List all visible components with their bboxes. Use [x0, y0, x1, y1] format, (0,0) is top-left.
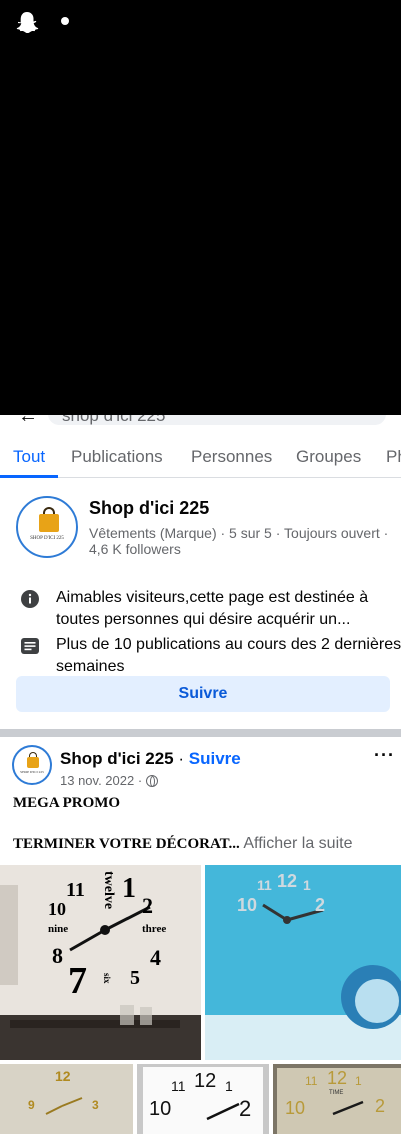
clock-label-1: 1 — [225, 1078, 233, 1094]
snapchat-overlay-bar — [0, 0, 401, 415]
page-details: Vêtements (Marque) · 5 sur 5 · Toujours … — [89, 525, 389, 557]
clock-label-7: 7 — [68, 960, 87, 1002]
post-follow-link[interactable]: Suivre — [189, 749, 241, 768]
post-date[interactable]: 13 nov. 2022 · — [60, 773, 146, 788]
clock-label-nine: nine — [48, 923, 69, 935]
header-separator: · — [173, 749, 189, 768]
search-input[interactable]: shop d'ici 225 — [62, 415, 165, 426]
post-card: SHOP D'ICI 225 Shop d'ici 225 · Suivre ·… — [0, 737, 401, 1134]
clock-label-2: 2 — [142, 893, 153, 918]
clock-label-8: 8 — [52, 943, 63, 968]
post-photo-4[interactable]: 11 12 1 10 2 — [137, 1064, 269, 1134]
clock-label-11: 11 — [305, 1074, 318, 1088]
clock-label-twelve: twelve — [101, 871, 116, 910]
clock-label-three: three — [142, 923, 167, 935]
clock-label-11: 11 — [66, 879, 85, 901]
post-photo-1[interactable]: twelve 11 1 2 10 nine three 8 4 7 six 5 — [0, 865, 201, 1060]
activity-text: Plus de 10 publications au cours des 2 d… — [56, 636, 401, 675]
public-globe-icon — [145, 775, 158, 787]
clock-label-4: 4 — [150, 945, 161, 970]
blue-room-background — [205, 865, 401, 1060]
clock-label-2: 2 — [239, 1096, 252, 1121]
tab-people[interactable]: Personnes — [191, 447, 272, 467]
back-arrow-icon[interactable]: ← — [18, 415, 38, 426]
clock-label-11: 11 — [171, 1078, 186, 1094]
post-meta: 13 nov. 2022 · — [60, 773, 158, 788]
clock-label-10: 10 — [149, 1098, 172, 1120]
tab-posts[interactable]: Publications — [71, 447, 163, 467]
clock-label-9: 9 — [28, 1098, 35, 1112]
post-text-line1: MEGA PROMO — [13, 795, 121, 811]
page-avatar[interactable]: SHOP D'ICI 225 — [16, 496, 78, 558]
post-photo-5[interactable]: 11 12 1 TIME 10 2 — [273, 1064, 401, 1134]
clock-label-12: 12 — [277, 871, 298, 891]
clock-label-1: 1 — [303, 877, 311, 893]
clock-label-1: 1 — [355, 1074, 362, 1088]
see-more-link[interactable]: Afficher la suite — [240, 835, 352, 852]
tab-photos[interactable]: Ph — [386, 447, 401, 467]
post-text-truncated: TERMINER VOTRE DÉCORAT... — [13, 836, 240, 852]
clock-label-12: 12 — [55, 1068, 71, 1084]
post-author-avatar[interactable]: SHOP D'ICI 225 — [12, 745, 52, 785]
clock-label-2: 2 — [375, 1096, 386, 1116]
posts-activity-icon — [21, 638, 39, 654]
clock-label-10: 10 — [285, 1098, 306, 1118]
tab-all[interactable]: Tout — [13, 447, 45, 467]
logo-text: SHOP D'ICI 225 — [30, 536, 64, 541]
logo-text: SHOP D'ICI 225 — [20, 770, 44, 774]
clock-brand-text: TIME — [329, 1090, 344, 1096]
clock-label-12: 12 — [194, 1070, 217, 1092]
clock-label-5: 5 — [130, 967, 140, 989]
page-name[interactable]: Shop d'ici 225 — [89, 498, 209, 519]
tab-groups[interactable]: Groupes — [296, 447, 361, 467]
clock-label-10: 10 — [237, 895, 258, 915]
info-icon — [21, 590, 39, 608]
notification-dot-icon — [61, 17, 69, 25]
post-photo-3[interactable]: 12 9 3 — [0, 1064, 133, 1134]
shopping-bag-icon — [39, 514, 59, 532]
search-filter-tabs: Tout Publications Personnes Groupes Ph — [0, 429, 401, 478]
clock-label-2: 2 — [315, 895, 326, 915]
clock-label-six: six — [102, 973, 112, 984]
post-photo-2[interactable]: 12 11 1 10 2 — [205, 865, 401, 1060]
clock-label-10: 10 — [48, 899, 66, 919]
section-divider — [0, 729, 401, 737]
clock-label-1: 1 — [122, 873, 136, 904]
page-result-card[interactable]: SHOP D'ICI 225 Shop d'ici 225 Vêtements … — [0, 479, 401, 729]
snapchat-ghost-icon — [16, 12, 39, 33]
follow-button[interactable]: Suivre — [16, 676, 390, 712]
shopping-bag-icon — [27, 757, 39, 768]
more-options-icon[interactable]: ··· — [374, 745, 395, 766]
active-tab-indicator — [0, 475, 58, 478]
clock-label-11: 11 — [257, 877, 272, 893]
post-text-line2: TERMINER VOTRE DÉCORAT... Afficher la su… — [13, 835, 352, 853]
post-author-name[interactable]: Shop d'ici 225 — [60, 749, 174, 768]
search-bar: ← shop d'ici 225 — [0, 415, 401, 429]
about-text: Aimables visiteurs,cette page est destin… — [56, 589, 369, 628]
clock-label-3: 3 — [92, 1098, 99, 1112]
post-header: Shop d'ici 225 · Suivre — [60, 749, 241, 769]
clock-label-12: 12 — [327, 1068, 348, 1088]
facebook-search-results: ← shop d'ici 225 Tout Publications Perso… — [0, 415, 401, 1134]
